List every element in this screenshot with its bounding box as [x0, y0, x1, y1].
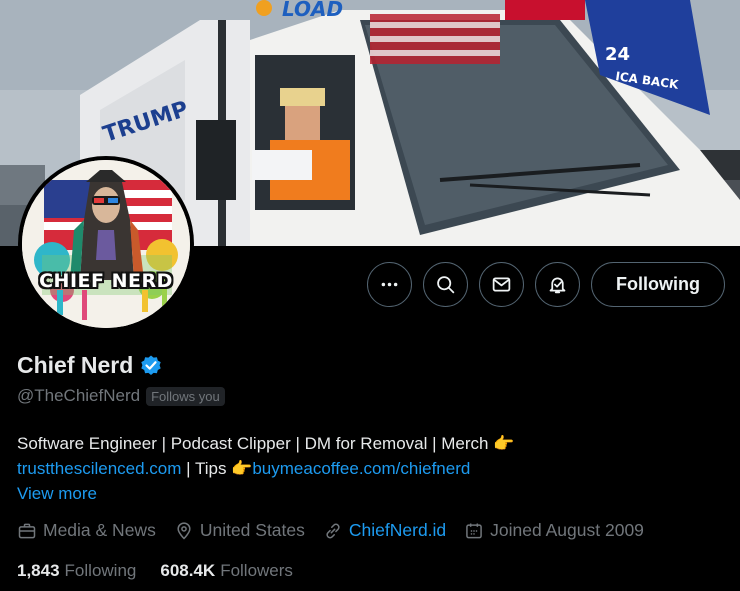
- search-button[interactable]: [423, 262, 468, 307]
- calendar-icon: [466, 523, 483, 538]
- profile-avatar[interactable]: CHIEF NERD: [18, 156, 194, 332]
- bio-text-1: Software Engineer | Podcast Clipper | DM…: [17, 434, 489, 453]
- meta-website: ChiefNerd.id: [323, 520, 446, 541]
- pointing-emoji-icon-2: 👉: [231, 459, 253, 478]
- following-count: 1,843: [17, 561, 60, 580]
- following-label: Following: [64, 561, 137, 580]
- notifications-button[interactable]: [535, 262, 580, 307]
- banner-truck-top-text: LOAD: [282, 0, 343, 21]
- bio-link-trustthescilenced[interactable]: trustthescilenced.com: [17, 459, 181, 478]
- user-handle: @TheChiefNerd: [17, 386, 141, 405]
- meta-category: Media & News: [17, 520, 156, 541]
- following-stat-link[interactable]: 1,843 Following: [17, 561, 136, 581]
- briefcase-icon: [18, 523, 36, 538]
- pointing-emoji-icon: 👉: [493, 434, 515, 453]
- verified-badge-icon[interactable]: [139, 354, 163, 378]
- bio-link-buymeacoffee[interactable]: buymeacoffee.com/chiefnerd: [252, 459, 470, 478]
- more-button[interactable]: [367, 262, 412, 307]
- profile-page: 24 ICA BACK LOAD TRUMP CHIEF NERD Follow…: [0, 0, 740, 591]
- meta-joined: Joined August 2009: [464, 520, 644, 541]
- profile-actions: Following: [367, 262, 725, 307]
- avatar-caption: CHIEF NERD: [39, 270, 173, 292]
- mail-icon: [492, 277, 511, 292]
- bio-line-2: trustthescilenced.com | Tips 👉buymeacoff…: [17, 456, 717, 481]
- meta-category-label: Media & News: [43, 520, 156, 540]
- banner-flag-text-1: 24: [605, 44, 630, 65]
- bio-text-2: | Tips: [181, 459, 232, 478]
- followers-label: Followers: [220, 561, 293, 580]
- meta-joined-label: Joined August 2009: [490, 520, 644, 540]
- link-icon: [326, 523, 340, 538]
- display-name: Chief Nerd: [17, 352, 134, 378]
- meta-location: United States: [174, 520, 305, 541]
- followers-stat-link[interactable]: 608.4K Followers: [160, 561, 293, 581]
- bell-subscribed-icon: [549, 277, 566, 294]
- avatar-illustration: [22, 160, 190, 328]
- message-button[interactable]: [479, 262, 524, 307]
- following-button[interactable]: Following: [591, 262, 725, 307]
- profile-bio: Software Engineer | Podcast Clipper | DM…: [17, 431, 717, 481]
- website-link[interactable]: ChiefNerd.id: [349, 520, 446, 541]
- view-more-link[interactable]: View more: [17, 484, 97, 504]
- followers-count: 608.4K: [160, 561, 216, 580]
- profile-stats: 1,843 Following 608.4K Followers: [17, 561, 293, 581]
- handle-row: @TheChiefNerd Follows you: [17, 386, 225, 406]
- search-icon: [437, 276, 455, 294]
- avatar-image: CHIEF NERD: [22, 160, 190, 328]
- name-row: Chief Nerd: [17, 352, 163, 379]
- more-icon: [381, 282, 398, 287]
- bio-line-1: Software Engineer | Podcast Clipper | DM…: [17, 431, 717, 456]
- location-pin-icon: [177, 521, 191, 540]
- follows-you-badge: Follows you: [146, 386, 225, 406]
- profile-meta: Media & News United States ChiefNerd.id: [17, 520, 644, 541]
- meta-location-label: United States: [199, 520, 305, 540]
